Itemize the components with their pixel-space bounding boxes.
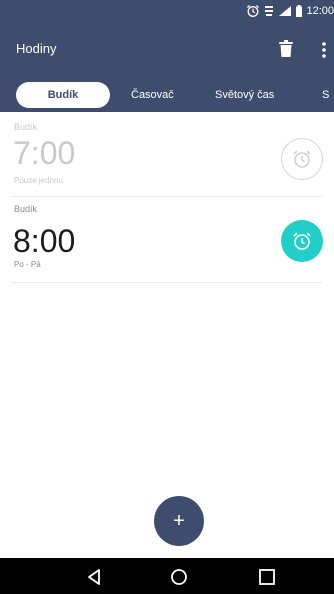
plus-icon: + (173, 510, 185, 532)
add-alarm-button[interactable]: + (154, 496, 204, 546)
alarm-clock-icon (293, 232, 311, 250)
alarm-icon (247, 5, 260, 17)
status-bar: 12:00 (0, 0, 334, 22)
alarm-label: Budík (14, 204, 38, 214)
alarm-time: 8:00 (13, 223, 76, 259)
home-icon[interactable] (168, 566, 190, 588)
alarm-toggle-on[interactable] (281, 220, 323, 262)
alarm-item[interactable]: Budík 7:00 Pouze jednou (12, 118, 323, 197)
alarm-item[interactable]: Budík 8:00 Po - Pá (12, 200, 323, 283)
alarm-toggle-off[interactable] (281, 138, 323, 180)
tab-stopwatch[interactable]: S (322, 82, 329, 108)
alarm-label: Budík (14, 122, 38, 132)
tab-bar: Budík Časovač Světový čas S (0, 78, 334, 112)
status-time: 12:00 (306, 5, 334, 17)
recents-icon[interactable] (256, 566, 278, 588)
alarm-clock-icon (293, 150, 311, 168)
status-icons: 12:00 (246, 3, 334, 19)
navigation-bar (0, 558, 334, 594)
tab-world-clock[interactable]: Světový čas (215, 82, 274, 108)
app-title: Hodiny (16, 41, 57, 56)
alarm-repeat: Pouze jednou (14, 176, 63, 185)
alarm-time: 7:00 (13, 135, 76, 171)
data-icon (265, 6, 274, 16)
back-icon[interactable] (84, 566, 106, 588)
tab-timer[interactable]: Časovač (131, 82, 174, 108)
battery-icon (296, 5, 303, 17)
alarm-repeat: Po - Pá (14, 260, 41, 269)
trash-icon[interactable] (278, 40, 294, 58)
tab-alarm[interactable]: Budík (16, 82, 110, 108)
app-bar: Hodiny (0, 22, 334, 82)
more-vert-icon[interactable] (321, 41, 327, 59)
signal-icon (279, 6, 292, 16)
